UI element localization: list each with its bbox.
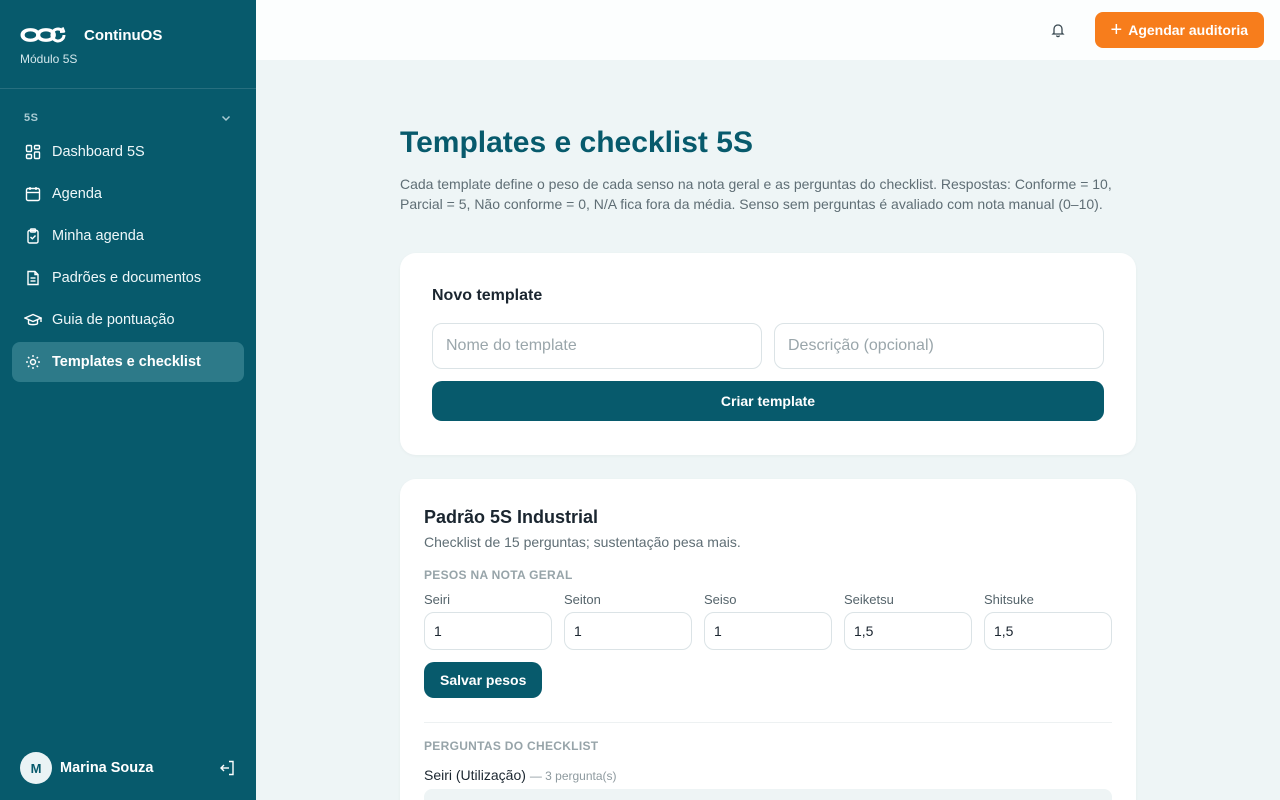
new-template-fields xyxy=(432,323,1104,369)
weight-input-seiton[interactable] xyxy=(564,612,692,650)
logout-icon[interactable] xyxy=(218,759,236,777)
weight-label: Seiketsu xyxy=(844,592,894,607)
new-template-card: Novo template Criar template xyxy=(400,253,1136,455)
page-title: Templates e checklist 5S xyxy=(400,126,753,159)
sidebar-item-label: Agenda xyxy=(52,186,102,202)
module-name: Módulo 5S xyxy=(20,52,78,66)
weight-input-shitsuke[interactable] xyxy=(984,612,1112,650)
document-icon xyxy=(24,269,42,287)
user-box: M Marina Souza xyxy=(20,752,236,784)
user-profile[interactable]: M Marina Souza xyxy=(20,752,153,784)
weight-label: Seiri xyxy=(424,592,451,607)
weight-shitsuke: Shitsuke xyxy=(984,592,1112,650)
template-card: Padrão 5S Industrial Checklist de 15 per… xyxy=(400,479,1136,800)
sidebar-item-templates-checklist[interactable]: Templates e checklist xyxy=(12,342,244,382)
new-template-title: Novo template xyxy=(432,287,543,304)
sidebar-nav: Dashboard 5S Agenda Minha agenda Padrões… xyxy=(12,132,244,384)
weight-input-seiri[interactable] xyxy=(424,612,552,650)
weight-seiton: Seiton xyxy=(564,592,692,650)
weight-input-seiso[interactable] xyxy=(704,612,832,650)
graduation-cap-icon xyxy=(24,311,42,329)
user-name: Marina Souza xyxy=(60,760,154,776)
save-weights-button[interactable]: Salvar pesos xyxy=(424,662,543,698)
sidebar-divider xyxy=(0,88,256,89)
sidebar-item-label: Templates e checklist xyxy=(52,354,201,370)
sidebar-item-minha-agenda[interactable]: Minha agenda xyxy=(12,216,244,256)
chevron-down-icon xyxy=(221,115,231,122)
weights-heading: PESOS NA NOTA GERAL xyxy=(424,568,573,582)
sidebar-item-dashboard-5s[interactable]: Dashboard 5S xyxy=(12,132,244,172)
avatar: M xyxy=(20,752,52,784)
sidebar-item-padroes-documentos[interactable]: Padrões e documentos xyxy=(12,258,244,298)
topbar: + Agendar auditoria xyxy=(256,0,1280,60)
question-count: — 3 pergunta(s) xyxy=(529,769,617,783)
create-template-button[interactable]: Criar template xyxy=(432,381,1104,421)
template-name: Padrão 5S Industrial xyxy=(424,507,599,527)
plus-icon: + xyxy=(1110,19,1123,41)
template-name-input[interactable] xyxy=(432,323,762,369)
nav-section-toggle[interactable]: 5S xyxy=(24,112,232,124)
weight-seiso: Seiso xyxy=(704,592,832,650)
sense-group-seiri: Seiri (Utilização) — 3 pergunta(s) xyxy=(424,767,1112,783)
sidebar-item-label: Dashboard 5S xyxy=(52,144,145,160)
weight-input-seiketsu[interactable] xyxy=(844,612,972,650)
sidebar: ContinuOS Módulo 5S 5S Dashboard 5S Agen… xyxy=(0,0,256,800)
calendar-icon xyxy=(24,185,42,203)
nav-section-label: 5S xyxy=(24,112,39,124)
dashboard-icon xyxy=(24,143,42,161)
schedule-audit-label: Agendar auditoria xyxy=(1128,22,1248,38)
sidebar-item-label: Padrões e documentos xyxy=(52,270,202,286)
weight-label: Seiton xyxy=(564,592,601,607)
weight-label: Shitsuke xyxy=(984,592,1034,607)
main-content: Templates e checklist 5S Cada template d… xyxy=(400,124,1136,800)
sense-title: Seiri (Utilização) xyxy=(424,767,526,783)
weight-label: Seiso xyxy=(704,592,737,607)
brand[interactable]: ContinuOS Módulo 5S xyxy=(20,22,163,67)
sidebar-item-label: Minha agenda xyxy=(52,228,144,244)
bell-icon[interactable] xyxy=(1048,20,1068,40)
clipboard-check-icon xyxy=(24,227,42,245)
brand-name: ContinuOS xyxy=(84,26,163,44)
section-divider xyxy=(424,722,1112,723)
sidebar-item-guia-pontuacao[interactable]: Guia de pontuação xyxy=(12,300,244,340)
infinity-logo-icon xyxy=(20,27,66,43)
schedule-audit-button[interactable]: + Agendar auditoria xyxy=(1094,12,1264,48)
sidebar-item-agenda[interactable]: Agenda xyxy=(12,174,244,214)
weights-row: Seiri Seiton Seiso Seiketsu Shitsuke xyxy=(424,592,1112,650)
weight-seiri: Seiri xyxy=(424,592,552,650)
weight-seiketsu: Seiketsu xyxy=(844,592,972,650)
template-description-input[interactable] xyxy=(774,323,1104,369)
question-list xyxy=(424,789,1112,800)
template-description: Checklist de 15 perguntas; sustentação p… xyxy=(424,534,741,550)
gear-icon xyxy=(24,353,42,371)
page-description: Cada template define o peso de cada sens… xyxy=(400,176,1112,212)
sidebar-item-label: Guia de pontuação xyxy=(52,312,175,328)
questions-heading: PERGUNTAS DO CHECKLIST xyxy=(424,739,599,753)
